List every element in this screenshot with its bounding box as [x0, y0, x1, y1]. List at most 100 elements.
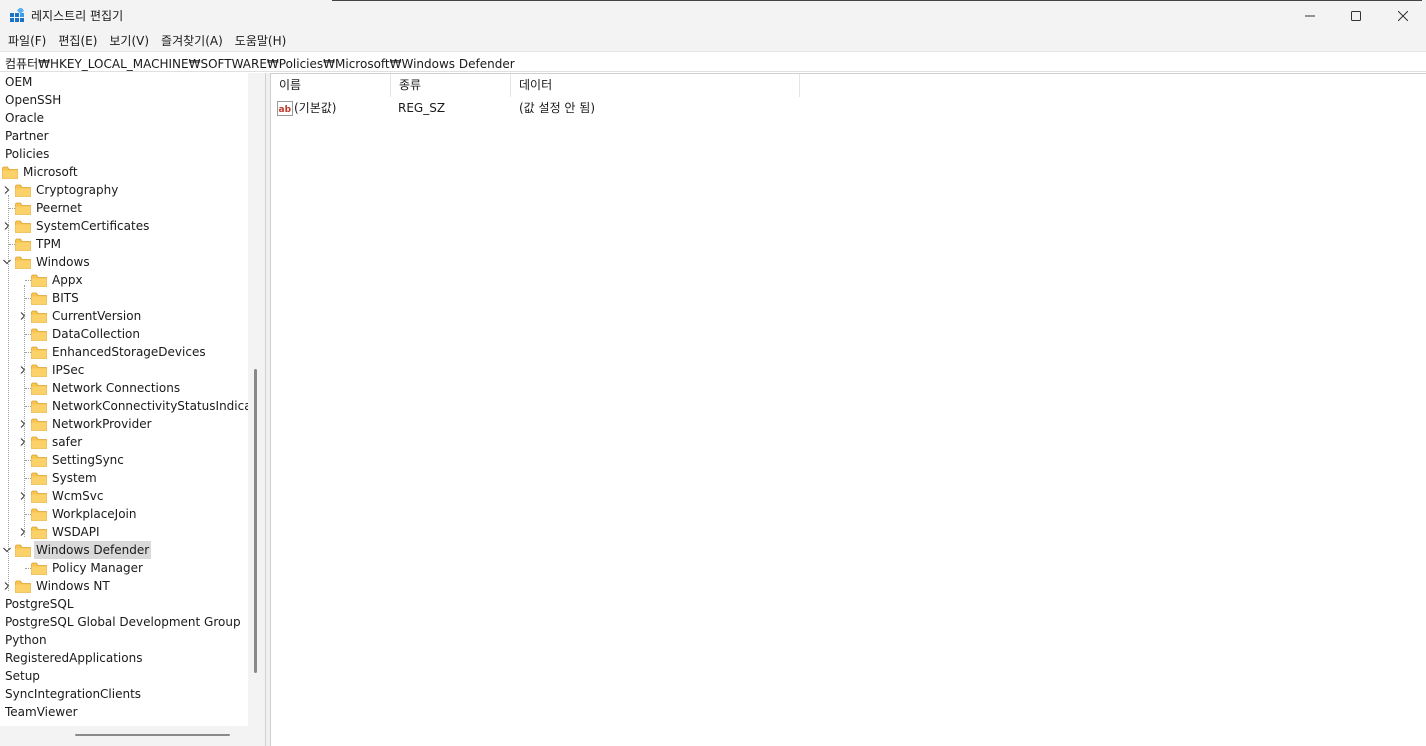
tree-guide-line	[8, 195, 9, 591]
folder-icon	[31, 346, 47, 359]
tree-item-label: WSDAPI	[52, 525, 100, 539]
tree-item-label: SyncIntegrationClients	[5, 687, 142, 701]
tree-item-label: RegisteredApplications	[5, 651, 143, 665]
tree-item-label: Windows Defender	[34, 541, 152, 559]
close-button[interactable]	[1380, 0, 1426, 31]
window-title: 레지스트리 편집기	[31, 9, 124, 23]
tree-item-label: CurrentVersion	[52, 309, 142, 323]
maximize-button[interactable]	[1333, 0, 1379, 31]
chevron-right-icon[interactable]	[18, 419, 28, 429]
tree-item-label: Oracle	[5, 111, 45, 125]
folder-icon	[15, 184, 31, 197]
list-header: 이름 종류 데이터	[271, 74, 1425, 97]
menu-file[interactable]: 파일(F)	[2, 31, 52, 51]
tree-item-label: TeamViewer	[5, 705, 78, 719]
tree-item-label: WorkplaceJoin	[52, 507, 137, 521]
chevron-down-icon[interactable]	[2, 257, 12, 267]
folder-icon	[31, 364, 47, 377]
folder-icon	[15, 220, 31, 233]
tree-item-label: safer	[52, 435, 83, 449]
address-bar[interactable]: 컴퓨터₩HKEY_LOCAL_MACHINE₩SOFTWARE₩Policies…	[0, 51, 1426, 72]
folder-icon	[31, 418, 47, 431]
tree-item-label: WcmSvc	[52, 489, 104, 503]
folder-icon	[31, 562, 47, 575]
folder-icon	[15, 202, 31, 215]
tree-item-label: Policy Manager	[52, 561, 143, 575]
chevron-right-icon[interactable]	[2, 221, 12, 231]
chevron-down-icon[interactable]	[2, 545, 12, 555]
tree-horizontal-scroll-thumb[interactable]	[75, 734, 230, 736]
tree-item-label: Cryptography	[36, 183, 119, 197]
chevron-right-icon[interactable]	[18, 491, 28, 501]
folder-icon	[31, 436, 47, 449]
minimize-button[interactable]	[1287, 0, 1333, 31]
tree-item-label: Windows	[36, 255, 90, 269]
window-top-edge	[332, 0, 1422, 1]
column-header-data[interactable]: 데이터	[511, 74, 800, 97]
menu-bar: 파일(F) 편집(E) 보기(V) 즐겨찾기(A) 도움말(H)	[0, 31, 1426, 51]
tree-item-label: Windows NT	[36, 579, 110, 593]
tree-item-label: NetworkConnectivityStatusIndicator	[52, 399, 266, 413]
chevron-right-icon[interactable]	[18, 437, 28, 447]
folder-icon	[15, 580, 31, 593]
tree-item-label: EnhancedStorageDevices	[52, 345, 206, 359]
tree-item-label: Setup	[5, 669, 40, 683]
folder-icon	[31, 472, 47, 485]
maximize-icon	[1351, 10, 1361, 21]
folder-icon	[31, 382, 47, 395]
value-data: (값 설정 안 됨)	[519, 101, 596, 115]
column-header-type[interactable]: 종류	[391, 74, 511, 97]
chevron-right-icon[interactable]	[18, 527, 28, 537]
tree-guide-line	[24, 285, 25, 537]
close-icon	[1398, 10, 1408, 21]
registry-editor-icon	[10, 8, 25, 22]
chevron-right-icon[interactable]	[2, 185, 12, 195]
value-type: REG_SZ	[398, 101, 446, 115]
value-name: (기본값)	[294, 101, 337, 115]
menu-edit[interactable]: 편집(E)	[52, 31, 103, 51]
key-tree-pane[interactable]: OEM OpenSSH Oracle Partner Policies Microsoft…	[0, 73, 266, 746]
chevron-right-icon[interactable]	[18, 365, 28, 375]
chevron-right-icon[interactable]	[2, 581, 12, 591]
value-list-pane[interactable]: 이름 종류 데이터 ab (기본값) REG_SZ (값 설정 안 됨)	[270, 73, 1426, 746]
title-bar: 레지스트리 편집기	[0, 0, 1426, 31]
tree-item-label: PostgreSQL	[5, 597, 74, 611]
folder-icon	[31, 454, 47, 467]
value-row[interactable]: ab (기본값) REG_SZ (값 설정 안 됨)	[271, 98, 1425, 118]
folder-icon	[31, 292, 47, 305]
tree-item-label: Peernet	[36, 201, 82, 215]
tree-item-label: Network Connections	[52, 381, 181, 395]
tree-horizontal-scrollbar[interactable]	[0, 726, 248, 746]
folder-icon	[2, 166, 18, 179]
folder-icon	[31, 400, 47, 413]
menu-view[interactable]: 보기(V)	[103, 31, 155, 51]
tree-item-label: TPM	[36, 237, 61, 251]
address-path[interactable]: 컴퓨터₩HKEY_LOCAL_MACHINE₩SOFTWARE₩Policies…	[5, 55, 515, 72]
tree-item-label: BITS	[52, 291, 79, 305]
folder-icon	[31, 526, 47, 539]
column-header-name[interactable]: 이름	[271, 74, 391, 97]
folder-icon	[31, 328, 47, 341]
svg-text:ab: ab	[279, 105, 292, 115]
folder-icon	[15, 256, 31, 269]
tree-item-label: PostgreSQL Global Development Group	[5, 615, 241, 629]
menu-favorites[interactable]: 즐겨찾기(A)	[155, 31, 229, 51]
tree-vertical-scroll-thumb[interactable]	[254, 369, 257, 673]
chevron-right-icon[interactable]	[18, 311, 28, 321]
folder-icon	[31, 490, 47, 503]
tree-item-label: Microsoft	[23, 165, 78, 179]
minimize-icon	[1305, 15, 1315, 16]
tree-item-label: SystemCertificates	[36, 219, 150, 233]
tree-item-label: Policies	[5, 147, 50, 161]
folder-icon	[31, 310, 47, 323]
string-value-icon: ab	[277, 101, 293, 116]
tree-item-label: Partner	[5, 129, 49, 143]
folder-icon	[31, 508, 47, 521]
tree-item-label: Python	[5, 633, 47, 647]
tree-item-label: NetworkProvider	[52, 417, 152, 431]
tree-item-label: IPSec	[52, 363, 85, 377]
tree-item-label: SettingSync	[52, 453, 124, 467]
tree-item-label: OpenSSH	[5, 93, 62, 107]
menu-help[interactable]: 도움말(H)	[229, 31, 293, 51]
tree-item-label: Appx	[52, 273, 83, 287]
